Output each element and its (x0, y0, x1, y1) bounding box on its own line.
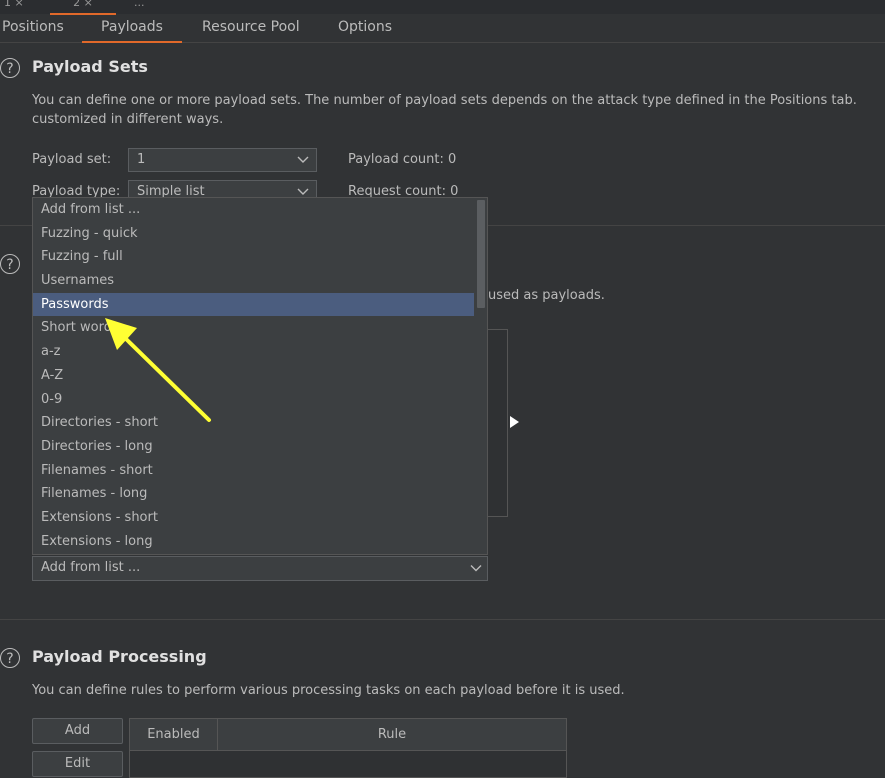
payload-set-select[interactable]: 1 (128, 148, 317, 172)
add-rule-button[interactable]: Add (32, 718, 123, 744)
help-icon[interactable]: ? (0, 58, 20, 78)
annotation-arrow-icon (105, 318, 211, 422)
payload-sets-description: You can define one or more payload sets.… (32, 93, 857, 108)
request-tab-2[interactable]: 2 × (50, 0, 116, 15)
request-tab-strip (0, 0, 885, 14)
dropdown-item[interactable]: Directories - long (33, 435, 474, 459)
dropdown-item[interactable]: Extensions - long (33, 530, 474, 554)
dropdown-item[interactable]: Fuzzing - full (33, 245, 474, 269)
request-tab-1[interactable]: 1 × (4, 0, 30, 13)
dropdown-item[interactable]: Filenames - long (33, 482, 474, 506)
request-tab-more[interactable]: ... (134, 0, 154, 13)
dropdown-item[interactable]: Filenames - short (33, 459, 474, 483)
payload-sets-title: Payload Sets (32, 57, 148, 76)
payload-processing-title: Payload Processing (32, 647, 207, 666)
dropdown-item[interactable]: Add from list ... (33, 198, 474, 222)
add-from-list-value: Add from list ... (41, 560, 141, 575)
payload-set-value: 1 (137, 152, 146, 167)
payload-list-box[interactable] (486, 329, 508, 517)
dropdown-item[interactable]: Extensions - short (33, 506, 474, 530)
payload-processing-description: You can define rules to perform various … (32, 683, 625, 698)
help-icon[interactable]: ? (0, 648, 20, 668)
payload-sets-description-2: customized in different ways. (32, 112, 224, 127)
tab-payloads[interactable]: Payloads (82, 14, 182, 43)
tab-positions[interactable]: Positions (2, 14, 64, 42)
request-tab-label: 1 × (4, 0, 24, 9)
mouse-cursor-icon (510, 416, 519, 428)
dropdown-scrollbar[interactable] (475, 198, 487, 554)
chevron-down-icon (297, 156, 309, 163)
tab-options[interactable]: Options (338, 14, 398, 42)
column-header-enabled[interactable]: Enabled (130, 719, 218, 751)
payload-options-description: used as payloads. (488, 288, 605, 303)
payload-set-label: Payload set: (32, 152, 112, 167)
dropdown-item[interactable]: Usernames (33, 269, 474, 293)
payload-count-label: Payload count: 0 (348, 152, 457, 167)
add-from-list-select[interactable]: Add from list ... (32, 556, 488, 581)
request-tab-label: ... (134, 0, 145, 9)
scrollbar-thumb[interactable] (477, 200, 485, 308)
processing-rules-table[interactable]: Enabled Rule (129, 718, 567, 778)
column-header-rule[interactable]: Rule (218, 719, 566, 751)
chevron-down-icon (470, 565, 482, 572)
help-icon[interactable]: ? (0, 254, 20, 274)
section-divider (0, 619, 885, 620)
dropdown-item[interactable]: Fuzzing - quick (33, 222, 474, 246)
request-tab-label: 2 × (73, 0, 93, 9)
edit-rule-button[interactable]: Edit (32, 751, 123, 777)
tab-resource-pool[interactable]: Resource Pool (202, 14, 302, 42)
